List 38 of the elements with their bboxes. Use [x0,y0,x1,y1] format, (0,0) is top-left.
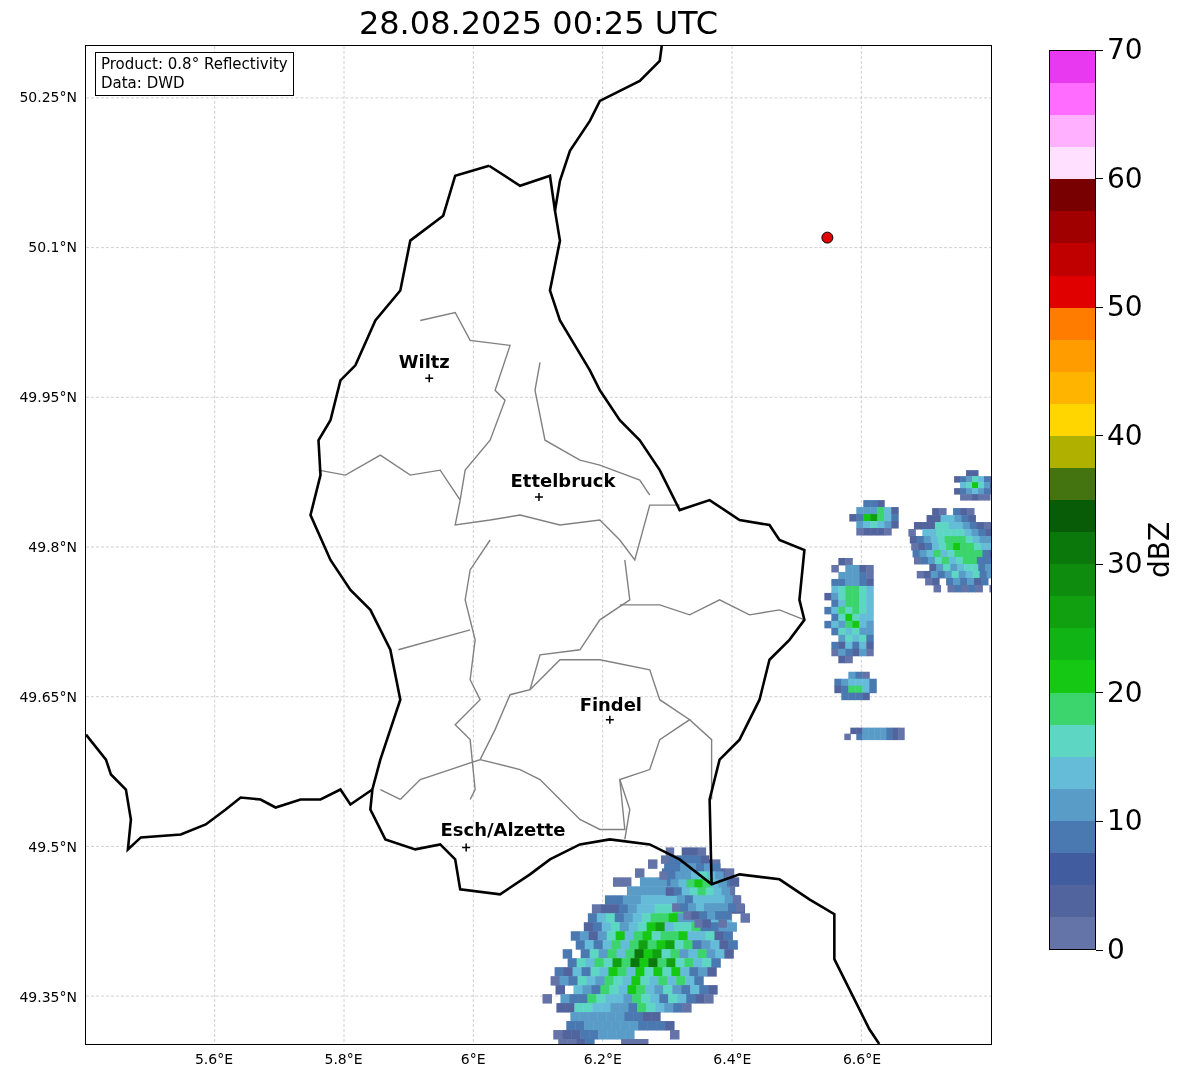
city-label: Ettelbruck [510,470,616,492]
longitude-label: 6.6°E [842,1051,882,1067]
latitude-label: 50.25°N [19,89,77,105]
colorbar-tick-label: 60 [1107,163,1143,194]
radar-echo [954,470,991,501]
radar-site-marker [821,231,834,244]
colorbar-tick-label: 0 [1107,935,1125,965]
latitude-label: 49.5°N [28,839,77,855]
longitude-label: 5.6°E [194,1051,234,1067]
longitude-label: 6.2°E [583,1051,622,1067]
city-label: Findel [579,693,643,715]
city-marker [534,492,544,502]
info-text: Product: 0.8° Reflectivity [101,55,288,74]
latitude-label: 49.65°N [19,689,77,705]
city-label: Wiltz [398,351,450,373]
map-title: 28.08.2025 00:25 UTC [357,2,720,44]
colorbar-tick-label: 50 [1107,292,1143,323]
colorbar-tick-label: 10 [1107,806,1143,837]
colorbar-tick-label: 40 [1107,420,1143,451]
city-marker [461,842,471,853]
city-label: Esch/Alzette [440,819,566,841]
city-marker [605,714,615,725]
longitude-label: 5.8°E [324,1051,363,1067]
colorbar-tick-label: 20 [1107,677,1143,708]
radar-echo [844,727,905,741]
radar-echo [849,500,899,536]
latitude-label: 49.8°N [28,539,77,555]
colorbar-tick-label: 70 [1107,35,1143,65]
latitude-label: 49.35°N [19,989,77,1005]
latitude-label: 49.95°N [19,389,77,405]
longitude-label: 6°E [460,1051,486,1067]
colorbar-tick-label: 30 [1107,549,1143,580]
longitude-label: 6.4°E [713,1051,752,1067]
city-marker [424,373,434,384]
latitude-label: 50.1°N [28,239,77,255]
info-text: Data: DWD [101,74,186,93]
radar-echo [834,671,877,701]
colorbar-label: dBZ [1142,521,1176,579]
